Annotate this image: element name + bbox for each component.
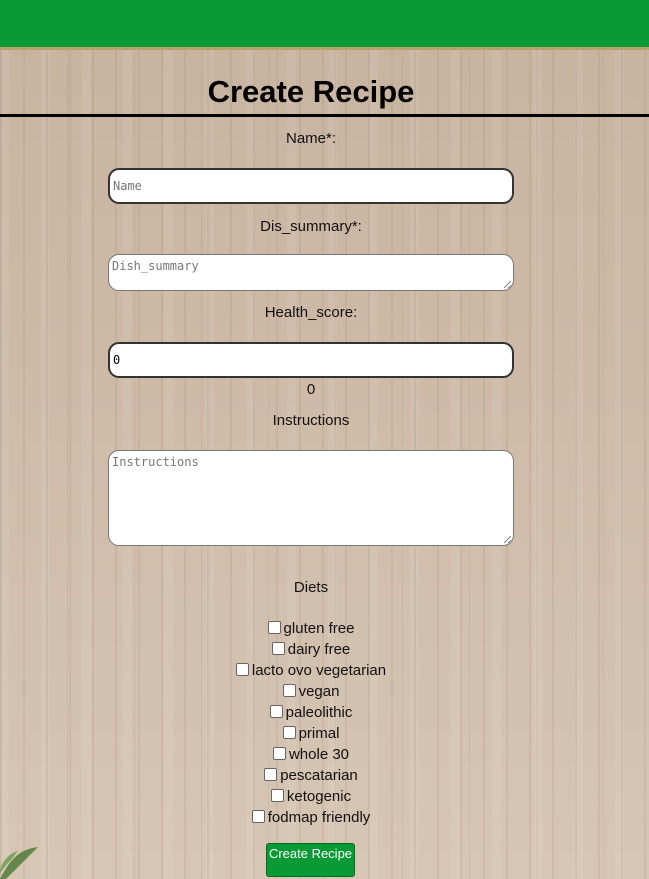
diet-option[interactable]: primal	[0, 723, 622, 744]
instructions-placeholder: Instructions	[112, 455, 199, 469]
diet-option[interactable]: whole 30	[0, 744, 622, 765]
diet-option[interactable]: fodmap friendly	[0, 807, 622, 828]
diet-label: ketogenic	[286, 788, 352, 805]
diet-option[interactable]: paleolithic	[0, 702, 622, 723]
top-navbar	[0, 0, 649, 50]
diet-label: fodmap friendly	[267, 809, 371, 826]
dish-summary-textarea[interactable]: Dish_summary	[108, 254, 514, 291]
health-score-value: 0	[113, 353, 121, 367]
checkbox[interactable]	[282, 726, 296, 739]
checkbox[interactable]	[269, 705, 283, 718]
checkbox[interactable]	[282, 684, 296, 697]
diet-option[interactable]: vegan	[0, 681, 622, 702]
checkbox[interactable]	[267, 621, 281, 634]
diet-label: gluten free	[283, 620, 355, 637]
diet-option[interactable]: lacto ovo vegetarian	[0, 660, 622, 681]
diet-label: paleolithic	[285, 704, 353, 721]
instructions-textarea[interactable]: Instructions	[108, 450, 514, 546]
diet-option[interactable]: ketogenic	[0, 786, 622, 807]
diets-label: Diets	[293, 579, 329, 596]
checkbox[interactable]	[272, 747, 286, 760]
health-score-label: Health_score:	[264, 304, 358, 321]
resize-handle-icon[interactable]	[504, 281, 511, 288]
checkbox[interactable]	[270, 789, 284, 802]
diet-label: whole 30	[288, 746, 350, 763]
checkbox[interactable]	[235, 663, 249, 676]
name-placeholder: Name	[113, 179, 142, 193]
diet-label: lacto ovo vegetarian	[251, 662, 387, 679]
health-score-input[interactable]: 0	[108, 342, 514, 378]
dish-summary-placeholder: Dish_summary	[112, 259, 199, 273]
create-recipe-button[interactable]: Create Recipe	[266, 843, 355, 877]
dish-summary-label: Dis_summary*:	[260, 218, 362, 235]
diet-option[interactable]: pescatarian	[0, 765, 622, 786]
diet-label: dairy free	[287, 641, 351, 658]
page-title: Create Recipe	[207, 74, 415, 109]
checkbox[interactable]	[264, 768, 278, 781]
name-label: Name*:	[285, 130, 337, 147]
health-score-display: 0	[306, 381, 316, 398]
instructions-label: Instructions	[272, 412, 350, 429]
title-divider	[0, 114, 649, 117]
name-input[interactable]: Name	[108, 168, 514, 204]
plant-leaf-decoration	[0, 847, 38, 879]
diet-option[interactable]: dairy free	[0, 639, 622, 660]
diet-option[interactable]: gluten free	[0, 618, 622, 639]
resize-handle-icon[interactable]	[504, 536, 511, 543]
diet-label: primal	[298, 725, 340, 742]
checkbox[interactable]	[271, 642, 285, 655]
checkbox[interactable]	[251, 810, 265, 823]
diet-label: pescatarian	[280, 767, 358, 784]
diet-label: vegan	[298, 683, 340, 700]
